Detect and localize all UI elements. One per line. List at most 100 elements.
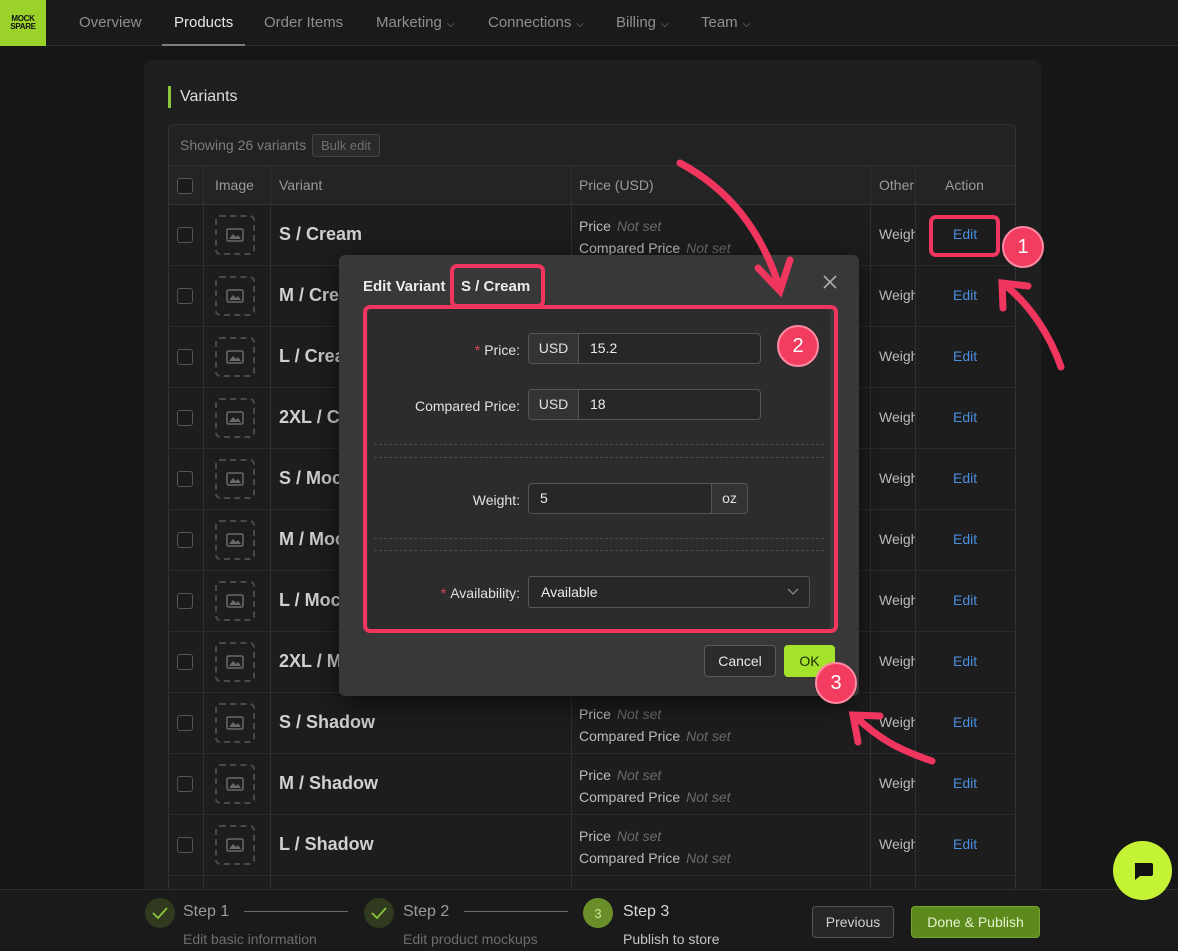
image-placeholder-icon [226,655,244,669]
highlight-form [363,305,838,633]
edit-link[interactable]: Edit [953,348,977,364]
nav-connections[interactable]: Connections ⌵ [488,0,584,46]
nav-order-items[interactable]: Order Items [264,0,343,46]
step-1-subtitle: Edit basic information [183,931,317,947]
weight-cell: Weight [879,531,915,547]
price-label: Price [579,706,611,722]
variant-name: S / Cream [279,224,363,244]
compared-price-value: Not set [686,728,731,744]
image-placeholder-icon [226,411,244,425]
chevron-down-icon: ⌵ [742,19,751,30]
row-checkbox[interactable] [177,227,193,243]
row-checkbox[interactable] [177,349,193,365]
variant-image-placeholder[interactable] [215,825,255,865]
compared-price-label: Compared Price [579,850,681,866]
section-title: Variants [168,86,238,108]
price-value: Not set [616,828,662,844]
compared-price-value: Not set [686,850,731,866]
chat-button[interactable] [1113,841,1172,900]
check-icon [364,898,394,928]
edit-link[interactable]: Edit [953,653,977,669]
row-checkbox[interactable] [177,471,193,487]
edit-link[interactable]: Edit [953,592,977,608]
price-label: Price [579,218,611,234]
bulk-edit-button[interactable]: Bulk edit [312,134,380,157]
edit-link[interactable]: Edit [953,470,977,486]
variant-name: L / Shadow [279,834,374,854]
nav-label: Overview [79,14,142,31]
brand-logo[interactable]: MOCK SPARE [0,0,46,46]
table-row: M / Shadow Price Not set Compared Price Not … [169,754,1015,815]
nav-team[interactable]: Team ⌵ [701,0,750,46]
edit-link[interactable]: Edit [953,775,977,791]
compared-price-value: Not set [686,240,731,256]
variant-count: Showing 26 variants [180,137,307,153]
select-all-checkbox[interactable] [177,178,193,194]
weight-cell: Weight [879,470,915,486]
row-checkbox[interactable] [177,410,193,426]
variant-image-placeholder[interactable] [215,459,255,499]
edit-link[interactable]: Edit [953,714,977,730]
row-checkbox[interactable] [177,776,193,792]
image-placeholder-icon [226,472,244,486]
check-icon [145,898,175,928]
nav-overview[interactable]: Overview [79,0,142,46]
nav-products[interactable]: Products [161,0,246,46]
edit-link[interactable]: Edit [953,531,977,547]
row-checkbox[interactable] [177,837,193,853]
variant-image-placeholder[interactable] [215,703,255,743]
chat-icon [1134,862,1153,880]
table-header: Image Variant Price (USD) Other Action [169,166,1015,205]
top-nav: MOCK SPARE Overview Products Order Items… [0,0,1178,46]
weight-cell: Weight [879,226,915,242]
image-placeholder-icon [226,777,244,791]
header-action: Action [945,177,984,193]
row-checkbox[interactable] [177,532,193,548]
variant-image-placeholder[interactable] [215,337,255,377]
variant-image-placeholder[interactable] [215,764,255,804]
table-row: S / Shadow Price Not set Compared Price Not … [169,693,1015,754]
annotation-badge-1: 1 [1002,226,1044,268]
close-icon[interactable] [821,273,839,291]
weight-cell: Weight [879,409,915,425]
step-1-title: Step 1 [183,903,230,920]
row-checkbox[interactable] [177,715,193,731]
annotation-badge-3: 3 [815,662,857,704]
edit-link[interactable]: Edit [953,409,977,425]
done-publish-button[interactable]: Done & Publish [911,906,1040,938]
edit-link[interactable]: Edit [953,287,977,303]
header-variant: Variant [279,177,323,193]
nav-marketing[interactable]: Marketing ⌵ [376,0,454,46]
nav-billing[interactable]: Billing ⌵ [616,0,669,46]
header-price: Price (USD) [579,177,654,193]
variant-image-placeholder[interactable] [215,215,255,255]
nav-label: Order Items [264,14,344,31]
step-3-number: 3 [583,898,613,928]
nav-label: Team [701,14,738,31]
weight-cell: Weight [879,836,915,852]
step-2-title: Step 2 [403,903,450,920]
step-2-subtitle: Edit product mockups [403,931,538,947]
compared-price-label: Compared Price [579,789,681,805]
price-cell: Price Not set Compared Price Not set [579,703,731,747]
row-checkbox[interactable] [177,593,193,609]
highlight-edit-link [929,215,1000,257]
row-checkbox[interactable] [177,288,193,304]
price-value: Not set [616,218,662,234]
variant-name: M / Shadow [279,773,378,793]
image-placeholder-icon [226,716,244,730]
weight-cell: Weight [879,775,915,791]
image-placeholder-icon [226,533,244,547]
variant-image-placeholder[interactable] [215,398,255,438]
variant-image-placeholder[interactable] [215,581,255,621]
step-3-title: Step 3 [623,903,670,920]
variant-image-placeholder[interactable] [215,642,255,682]
price-cell: Price Not set Compared Price Not set [579,764,731,808]
previous-button[interactable]: Previous [812,906,894,938]
variant-image-placeholder[interactable] [215,276,255,316]
variant-image-placeholder[interactable] [215,520,255,560]
edit-link[interactable]: Edit [953,836,977,852]
row-checkbox[interactable] [177,654,193,670]
price-label: Price [579,767,611,783]
cancel-button[interactable]: Cancel [704,645,776,677]
